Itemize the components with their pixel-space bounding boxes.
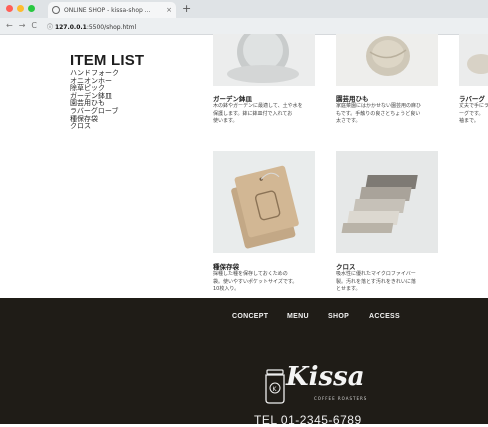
footer-nav-menu[interactable]: MENU bbox=[287, 313, 309, 320]
product-title[interactable]: 園芸用ひも bbox=[336, 93, 369, 103]
svg-text:K: K bbox=[273, 386, 278, 393]
tab-bar: ONLINE SHOP - kissa-shop ... × + bbox=[0, 0, 488, 18]
back-icon[interactable]: ← bbox=[6, 21, 13, 31]
product-description: 採種した種を保存しておくための 袋。使いやすいポケットサイズです。 10枚入り。 bbox=[213, 271, 298, 292]
product-description: 丈夫で手にラバ ーグです。 袖まで。 bbox=[459, 103, 488, 124]
close-window-button[interactable] bbox=[6, 5, 13, 12]
url-field[interactable]: ⓘ 127.0.0.1:5500/shop.html bbox=[47, 22, 136, 31]
window-controls bbox=[6, 5, 35, 12]
footer-phone: TEL 01-2345-6789 bbox=[254, 413, 362, 427]
footer-nav-shop[interactable]: SHOP bbox=[328, 313, 349, 320]
cloth-image[interactable] bbox=[336, 151, 438, 253]
address-bar: ← → C ⓘ 127.0.0.1:5500/shop.html bbox=[0, 18, 488, 34]
product-grid: ガーデン鉢皿 木の鉢やガーデンに最適して、土や水を 保護します。鉢に鉢皿付で入れ… bbox=[0, 34, 488, 298]
footer-nav-concept[interactable]: CONCEPT bbox=[232, 313, 268, 320]
footer-nav: CONCEPT MENU SHOP ACCESS bbox=[0, 313, 488, 325]
product-title[interactable]: 種保存袋 bbox=[213, 261, 239, 271]
garden-saucer-image[interactable] bbox=[213, 34, 315, 86]
url-host: 127.0.0.1 bbox=[54, 23, 87, 31]
product-title[interactable]: クロス bbox=[336, 261, 356, 271]
kissa-logo[interactable]: K Kissa COFFEE ROASTERS bbox=[262, 360, 402, 410]
logo-wordmark: Kissa bbox=[286, 362, 365, 392]
maximize-window-button[interactable] bbox=[28, 5, 35, 12]
minimize-window-button[interactable] bbox=[17, 5, 24, 12]
product-title[interactable]: ガーデン鉢皿 bbox=[213, 93, 252, 103]
tab-title: ONLINE SHOP - kissa-shop ... bbox=[64, 6, 151, 14]
browser-chrome: ONLINE SHOP - kissa-shop ... × + ← → C ⓘ… bbox=[0, 0, 488, 35]
site-info-icon[interactable]: ⓘ bbox=[47, 24, 53, 31]
product-description: 家庭菜園にはかかせない園芸用の麻ひ もです。手触りの良さとちょうど良い 太さです… bbox=[336, 103, 422, 124]
product-description: 木の鉢やガーデンに最適して、土や水を 保護します。鉢に鉢皿付で入れてお 使います… bbox=[213, 103, 303, 124]
coffee-jar-icon: K bbox=[265, 369, 285, 404]
site-footer: CONCEPT MENU SHOP ACCESS K Kissa COFFEE … bbox=[0, 298, 488, 427]
product-title[interactable]: ラバーグ bbox=[459, 93, 485, 103]
rubber-glove-image[interactable] bbox=[459, 34, 488, 86]
reload-icon[interactable]: C bbox=[31, 21, 37, 31]
url-path: :5500/shop.html bbox=[86, 23, 137, 31]
product-description: 吸水性に優れたマイクロファイバー 製。汚れを落とす汚れをきれいに落 とせます。 bbox=[336, 271, 416, 292]
forward-icon[interactable]: → bbox=[19, 21, 26, 31]
browser-tab[interactable]: ONLINE SHOP - kissa-shop ... × bbox=[48, 2, 176, 18]
logo-subtitle: COFFEE ROASTERS bbox=[314, 396, 368, 401]
twine-image[interactable] bbox=[336, 34, 438, 86]
new-tab-button[interactable]: + bbox=[182, 3, 191, 15]
globe-icon bbox=[52, 6, 60, 14]
seed-bag-image[interactable] bbox=[213, 151, 315, 253]
tab-close-icon[interactable]: × bbox=[166, 6, 172, 14]
footer-nav-access[interactable]: ACCESS bbox=[369, 313, 400, 320]
